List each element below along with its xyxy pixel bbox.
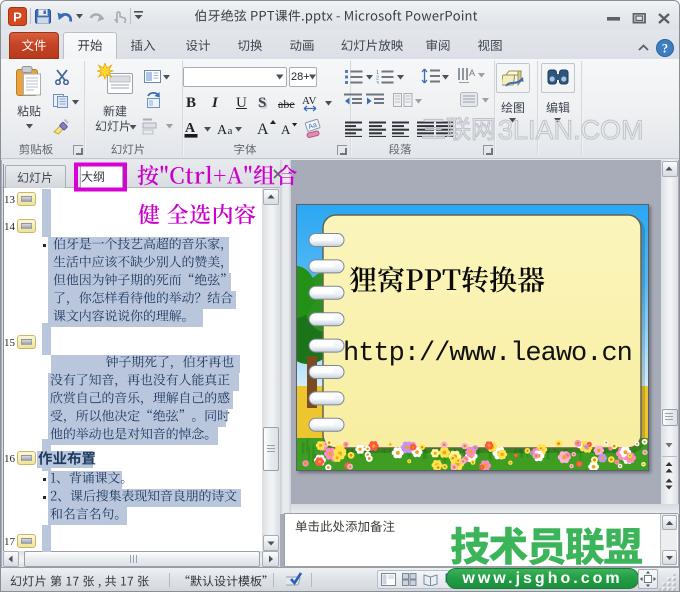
svg-text:A: A — [281, 122, 291, 137]
svg-text:P: P — [13, 10, 22, 25]
svg-text:?: ? — [662, 42, 668, 56]
svg-text:3: 3 — [376, 81, 379, 84]
svg-text:A: A — [185, 121, 196, 136]
svg-text:AV: AV — [302, 95, 317, 107]
svg-text:A: A — [257, 121, 269, 138]
svg-text:A: A — [217, 123, 228, 138]
svg-text:a: a — [228, 125, 233, 137]
svg-text:A: A — [469, 68, 475, 78]
